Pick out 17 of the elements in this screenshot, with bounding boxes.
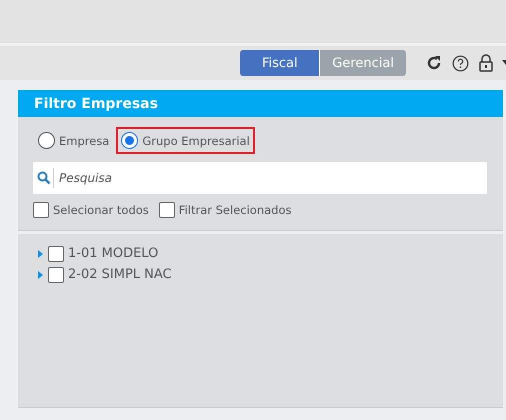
collapsed-caret-icon[interactable] (38, 270, 44, 278)
checkbox[interactable] (158, 202, 175, 218)
tree-checkbox[interactable] (48, 266, 64, 282)
radio-option[interactable]: Empresa (33, 127, 114, 154)
view-tab[interactable]: Fiscal (240, 50, 320, 76)
tree-item[interactable]: 1-01 MODELO (68, 246, 158, 261)
help-icon[interactable] (450, 53, 470, 73)
highlighted-radio-option[interactable]: Grupo Empresarial (116, 127, 255, 154)
collapsed-caret-icon[interactable] (38, 250, 44, 258)
checkbox[interactable] (33, 202, 49, 218)
tree-item[interactable]: 2-02 SIMPL NAC (68, 267, 172, 282)
checkbox-label: Selecionar todos (53, 203, 149, 217)
search-field[interactable]: Pesquisa (33, 162, 487, 194)
panel-title: Filtro Empresas (34, 96, 158, 112)
checkbox-label: Filtrar Selecionados (178, 203, 292, 217)
tree-checkbox[interactable] (48, 246, 64, 262)
search-icon (37, 171, 51, 185)
